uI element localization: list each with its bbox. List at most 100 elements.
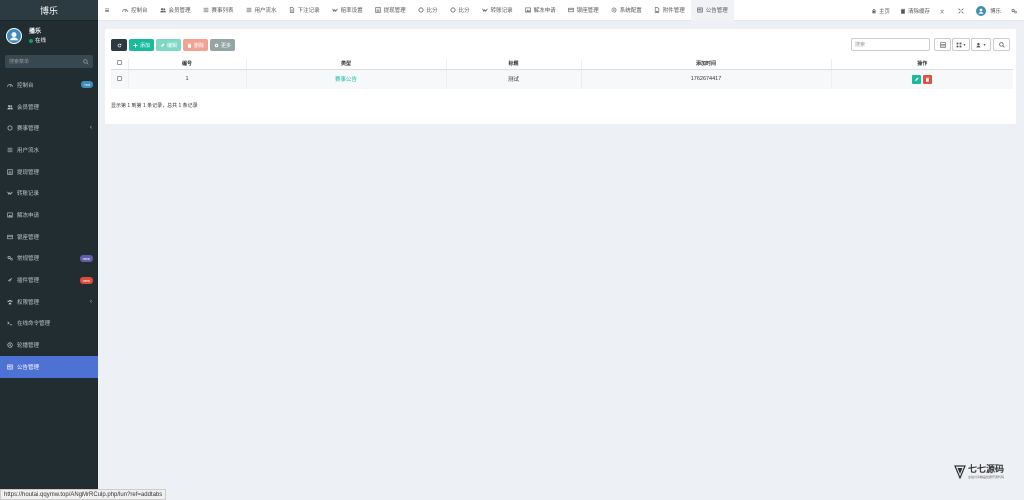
tab-12[interactable]: 系统配置 [605,0,648,21]
tab-label: 解冻申请 [533,8,556,14]
tab-11[interactable]: 银座管理 [562,0,605,21]
sidebar-item-9[interactable]: 插件管理 new [0,269,98,291]
tab-label: 比分 [426,8,438,14]
list-alt-icon [7,168,13,175]
table-toolbar: 添加 编辑 删除 更多 [111,39,236,51]
col-type[interactable]: 类型 [246,59,447,70]
sidebar-item-13[interactable]: 公告管理 [0,355,98,378]
watermark-name: 七七源码 [968,465,1005,475]
tab-label: 公告管理 [705,8,728,14]
sidebar-item-5[interactable]: 转账记录 [0,182,98,204]
tab-6[interactable]: 提现管理 [369,0,412,21]
clear-cache-label: 清除缓存 [907,8,930,15]
tab-10[interactable]: 解冻申请 [519,0,562,21]
tab-13[interactable]: 附件管理 [648,0,691,21]
col-id[interactable]: 编号 [128,59,247,70]
sidebar-item-7[interactable]: 银座管理 [0,226,98,248]
tab-2[interactable]: 赛事列表 [197,0,240,21]
tab-1[interactable]: 会员管理 [154,0,197,21]
add-button[interactable]: 添加 [129,39,155,51]
search-button[interactable] [993,38,1010,51]
search-icon[interactable] [83,58,89,65]
col-title[interactable]: 标题 [446,59,582,70]
list-icon [246,7,252,13]
tab-0[interactable]: 控制台 [116,0,154,21]
sidebar-search-input[interactable]: 搜索菜单 [5,55,93,68]
tab-9[interactable]: 转账记录 [476,0,519,21]
more-button[interactable]: 更多 [210,39,236,51]
sidebar-item-4[interactable]: 提现管理 [0,161,98,183]
edit-button[interactable]: 编辑 [156,39,182,51]
plus-icon [133,43,138,47]
app-logo[interactable]: 博乐 [0,0,98,21]
menu-badge: new [79,276,93,284]
tab-label: 会员管理 [168,8,191,14]
sidebar-item-10[interactable]: 权限管理 ‹ [0,291,98,313]
tab-14[interactable]: 公告管理 [690,0,734,21]
delete-button[interactable]: 删除 [183,39,209,51]
tab-3[interactable]: 用户流水 [240,0,283,21]
list-icon [246,7,251,13]
sidebar-item-label: 权限管理 [17,299,40,306]
col-time[interactable]: 添加时间 [581,59,832,70]
file-icon [289,7,295,13]
card-icon [567,7,574,13]
export-dropdown[interactable]: ▾ [971,38,991,51]
sidebar-item-2[interactable]: 赛事管理 ‹ [0,117,98,139]
row-edit-button[interactable] [912,74,922,84]
trash-icon [187,43,192,48]
row-checkbox[interactable] [116,75,122,81]
sidebar-item-3[interactable]: 用户流水 [0,139,98,161]
user-menu[interactable]: 博乐 [971,5,1006,16]
tab-8[interactable]: 比分 [444,0,476,21]
menu-toggle-icon[interactable]: ≡ [98,6,116,15]
tab-5[interactable]: 赔率设置 [326,0,369,21]
cell-actions [831,69,1013,89]
user-name: 播乐 [29,28,42,35]
rocket-icon [7,277,13,283]
sidebar-item-8[interactable]: 常规管理 new [0,248,98,270]
sidebar-item-11[interactable]: 在线命令管理 [0,313,98,335]
file-image-icon [654,7,659,13]
nav-avatar [975,5,986,16]
cell-type[interactable]: 赛事公告 [246,69,447,89]
sidebar-item-12[interactable]: 轮播管理 [0,334,98,356]
nav-username: 博乐 [989,8,1001,15]
newspaper-icon [697,7,703,13]
tab-7[interactable]: 比分 [412,0,444,21]
avatar [6,28,22,44]
fullscreen-button[interactable] [953,7,971,14]
newspaper-icon [697,7,703,13]
chevron-left-icon[interactable]: ‹ [90,125,92,131]
tab-strip: 控制台 会员管理 赛事列表 用户流水 下注记录 赔率设置 提现管理 比分 比分 转账记录 解冻申请 银… [116,0,734,21]
table-search-input[interactable]: 搜索 [851,38,930,51]
translate-button[interactable]: 文 [935,8,953,14]
clear-cache-button[interactable]: 清除缓存 [895,7,935,15]
table-row[interactable]: 1 赛事公告 测试 1762674417 [111,69,1013,89]
chevron-left-icon[interactable]: ‹ [90,299,92,305]
group-icon [7,299,13,305]
list-icon [7,147,13,153]
row-delete-button[interactable] [923,74,933,84]
users-icon [7,104,13,110]
sidebar-item-label: 转账记录 [17,191,40,198]
settings-button[interactable] [1006,8,1024,14]
sidebar-item-0[interactable]: 控制台 hot [0,74,98,96]
home-link[interactable]: 主页 [866,7,895,15]
columns-dropdown[interactable]: ▾ [952,38,970,51]
toggle-view-button[interactable] [934,38,951,51]
users-icon [159,8,166,13]
refresh-button[interactable] [111,39,127,51]
tab-label: 控制台 [131,8,148,14]
home-icon [871,8,877,13]
sidebar-item-label: 提现管理 [17,169,40,176]
sidebar-item-1[interactable]: 会员管理 [0,96,98,118]
sidebar-item-6[interactable]: 解冻申请 [0,204,98,226]
list-icon [203,7,209,13]
row-select-cell [111,69,129,89]
tab-label: 系统配置 [619,8,642,14]
online-dot-icon [29,38,33,43]
sidebar-item-label: 控制台 [17,82,34,89]
tab-4[interactable]: 下注记录 [283,0,326,21]
select-all-checkbox[interactable] [116,60,122,66]
